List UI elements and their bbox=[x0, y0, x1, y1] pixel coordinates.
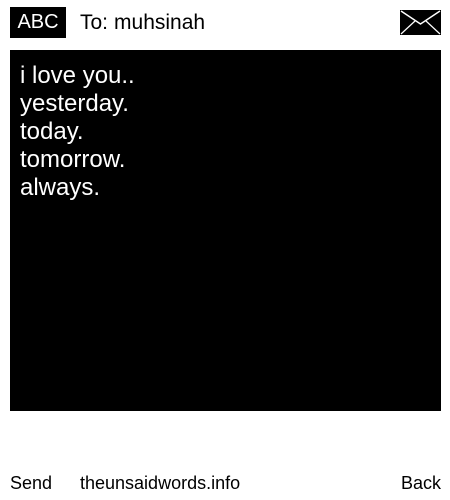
recipient-field[interactable]: To: muhsinah bbox=[80, 8, 205, 38]
message-header: ABC To: muhsinah bbox=[0, 0, 450, 48]
site-link[interactable]: theunsaidwords.info bbox=[80, 468, 240, 498]
message-line: yesterday. bbox=[20, 90, 129, 117]
back-button[interactable]: Back bbox=[401, 468, 441, 498]
send-button[interactable]: Send bbox=[10, 468, 52, 498]
recipient-name: muhsinah bbox=[114, 11, 206, 34]
message-line: today. bbox=[20, 118, 84, 145]
message-line: i love you.. bbox=[20, 62, 135, 89]
message-line: always. bbox=[20, 174, 101, 201]
to-label: To: bbox=[80, 11, 109, 34]
envelope-icon-graphic bbox=[400, 10, 441, 35]
message-body[interactable]: i love you.. yesterday. today. tomorrow.… bbox=[10, 50, 441, 411]
message-line: tomorrow. bbox=[20, 146, 126, 173]
input-mode-indicator[interactable]: ABC bbox=[10, 7, 66, 38]
envelope-icon[interactable] bbox=[400, 10, 441, 35]
softkey-bar: Send theunsaidwords.info Back bbox=[0, 468, 450, 498]
